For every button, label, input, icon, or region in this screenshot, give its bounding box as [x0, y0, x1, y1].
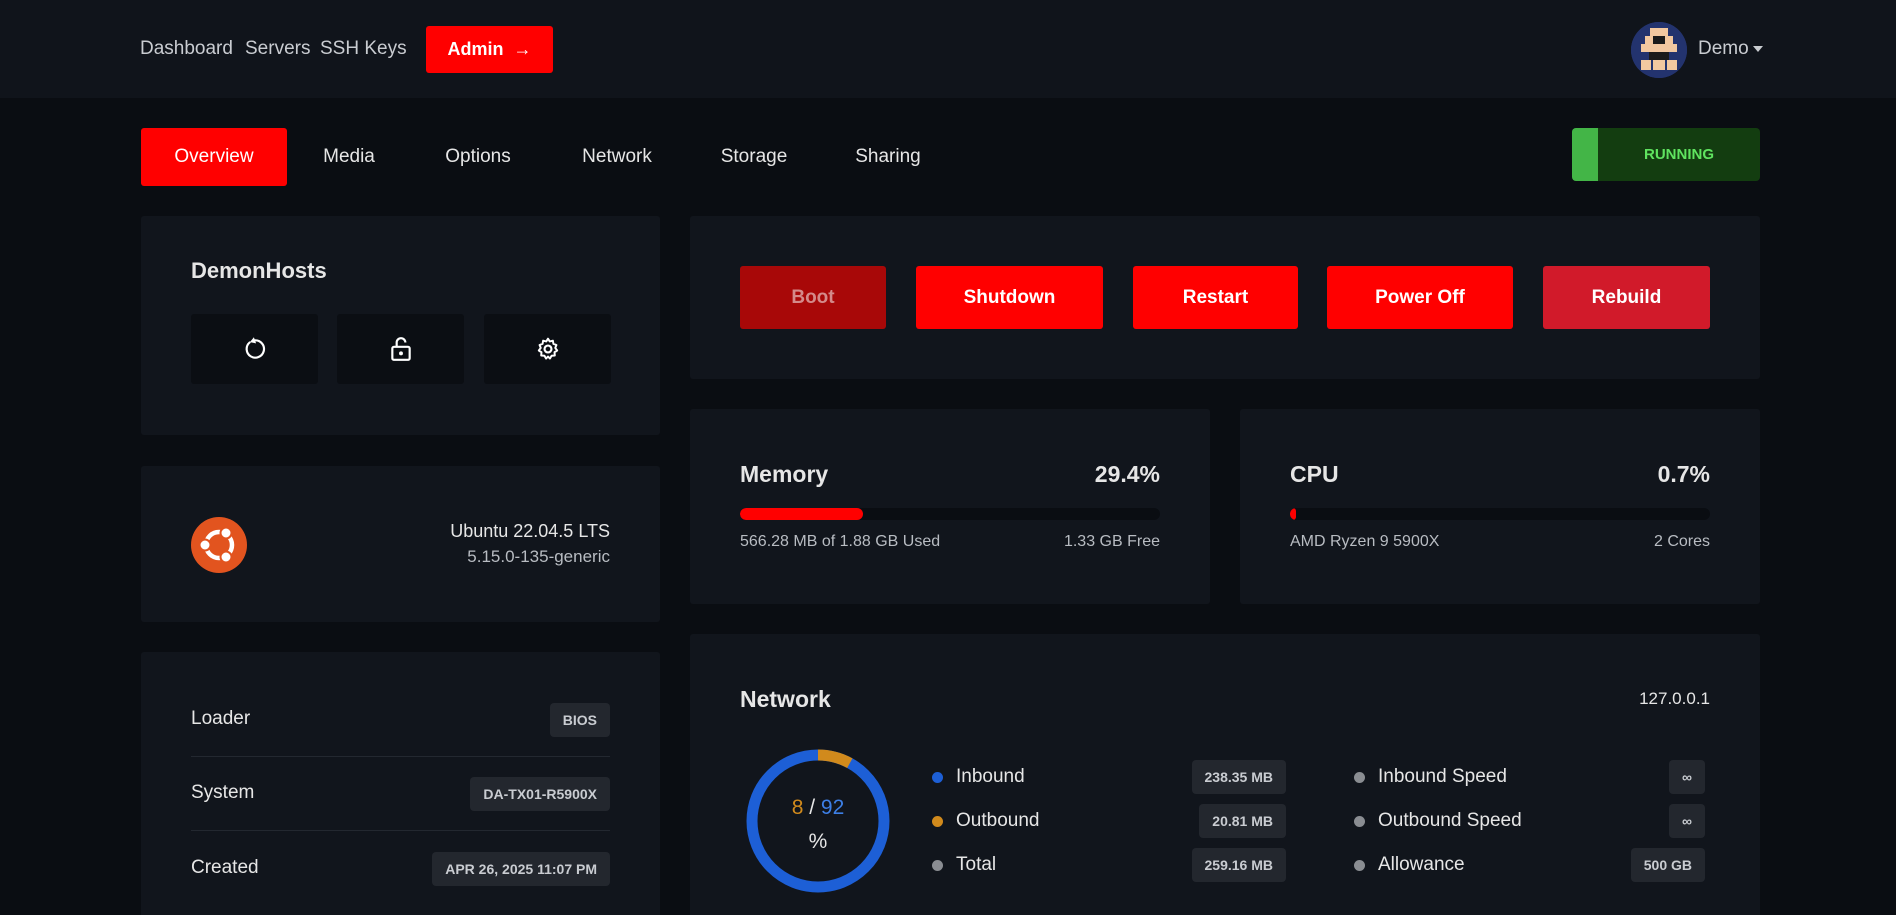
allowance-dot: [1354, 860, 1365, 871]
created-label: Created: [191, 857, 259, 878]
pixel-avatar-icon: [1631, 22, 1687, 78]
cpu-card: CPU 0.7% AMD Ryzen 9 5900X 2 Cores: [1240, 409, 1760, 604]
cpu-model: AMD Ryzen 9 5900X: [1290, 533, 1440, 550]
gear-icon: [537, 337, 558, 360]
unlock-button[interactable]: [337, 314, 464, 384]
restart-button[interactable]: Restart: [1133, 266, 1298, 329]
allowance-value: 500 GB: [1630, 848, 1705, 882]
nav-dashboard-link[interactable]: Dashboard: [140, 38, 233, 60]
server-card: DemonHosts: [141, 216, 660, 435]
donut-inbound-value: 92: [820, 796, 845, 819]
inbound-speed-dot: [1354, 772, 1365, 783]
total-dot: [932, 860, 943, 871]
refresh-icon: [245, 337, 265, 359]
tab-storage[interactable]: Storage: [716, 128, 792, 186]
memory-title: Memory: [740, 461, 829, 487]
donut-unit: %: [808, 830, 828, 853]
memory-progress-bar: [740, 508, 1160, 520]
outbound-speed-value: ∞: [1669, 804, 1705, 838]
total-value: 259.16 MB: [1191, 848, 1286, 882]
memory-percent: 29.4%: [1094, 461, 1160, 487]
ubuntu-icon: [198, 526, 235, 564]
memory-card: Memory 29.4% 566.28 MB of 1.88 GB Used 1…: [690, 409, 1210, 604]
os-kernel: 5.15.0-135-generic: [467, 547, 610, 566]
tab-sharing[interactable]: Sharing: [852, 128, 924, 186]
cpu-title: CPU: [1290, 461, 1339, 487]
inbound-speed-value: ∞: [1669, 760, 1705, 794]
top-navbar: Dashboard Servers SSH Keys Admin → Demo: [0, 0, 1896, 98]
nav-ssh-keys-link[interactable]: SSH Keys: [320, 38, 407, 60]
outbound-value: 20.81 MB: [1199, 804, 1286, 838]
cpu-progress-bar: [1290, 508, 1710, 520]
cpu-percent: 0.7%: [1657, 461, 1710, 487]
user-menu[interactable]: Demo: [1698, 38, 1763, 60]
outbound-speed-dot: [1354, 816, 1365, 827]
allowance-label: Allowance: [1378, 854, 1465, 875]
donut-inbound-arc: [746, 749, 890, 893]
boot-button[interactable]: Boot: [740, 266, 886, 329]
rebuild-button[interactable]: Rebuild: [1543, 266, 1710, 329]
loader-label: Loader: [191, 708, 251, 729]
network-ip: 127.0.0.1: [1639, 689, 1710, 708]
tab-network[interactable]: Network: [575, 128, 659, 186]
divider: [191, 830, 610, 831]
admin-button[interactable]: Admin →: [426, 26, 553, 73]
outbound-speed-label: Outbound Speed: [1378, 810, 1522, 831]
power-off-button[interactable]: Power Off: [1327, 266, 1513, 329]
tab-media[interactable]: Media: [310, 128, 388, 186]
status-badge: RUNNING: [1572, 128, 1760, 181]
details-card: Loader BIOS System DA-TX01-R5900X Create…: [141, 652, 660, 915]
inbound-value: 238.35 MB: [1191, 760, 1286, 794]
donut-outbound-value: 8: [791, 796, 804, 819]
outbound-label: Outbound: [956, 810, 1040, 831]
status-text: RUNNING: [1644, 146, 1714, 163]
donut-slash: /: [809, 796, 816, 819]
system-badge: DA-TX01-R5900X: [470, 777, 610, 811]
divider: [191, 756, 610, 757]
tab-overview[interactable]: Overview: [141, 128, 287, 186]
os-name: Ubuntu 22.04.5 LTS: [450, 521, 610, 541]
power-actions-card: Boot Shutdown Restart Power Off Rebuild: [690, 216, 1760, 379]
nav-servers-link[interactable]: Servers: [245, 38, 310, 60]
outbound-dot: [932, 816, 943, 827]
inbound-label: Inbound: [956, 766, 1025, 787]
total-label: Total: [956, 854, 997, 875]
memory-used: 566.28 MB of 1.88 GB Used: [740, 533, 941, 550]
network-title: Network: [740, 686, 831, 712]
created-badge: APR 26, 2025 11:07 PM: [432, 852, 610, 886]
system-label: System: [191, 782, 255, 803]
memory-progress-fill: [740, 508, 864, 520]
cpu-progress-fill: [1290, 508, 1297, 520]
loader-badge: BIOS: [549, 703, 610, 737]
tab-options[interactable]: Options: [440, 128, 516, 186]
network-donut-chart: [746, 749, 890, 893]
os-card: Ubuntu 22.04.5 LTS 5.15.0-135-generic: [141, 466, 660, 622]
cpu-cores: 2 Cores: [1653, 533, 1710, 550]
unlock-icon: [390, 337, 411, 361]
user-name: Demo: [1698, 38, 1749, 59]
server-name: DemonHosts: [191, 258, 327, 283]
network-card: Network 127.0.0.1 8 / 92 % Inbound 238.3…: [690, 634, 1760, 915]
caret-down-icon: [1752, 45, 1763, 52]
memory-free: 1.33 GB Free: [1063, 533, 1160, 550]
settings-button[interactable]: [484, 314, 611, 384]
shutdown-button[interactable]: Shutdown: [916, 266, 1103, 329]
admin-button-label: Admin: [447, 39, 504, 59]
arrow-right-icon: →: [513, 39, 532, 59]
avatar[interactable]: [1631, 22, 1687, 78]
status-indicator-bar: [1572, 128, 1598, 181]
reinstall-button[interactable]: [191, 314, 318, 384]
inbound-dot: [932, 772, 943, 783]
inbound-speed-label: Inbound Speed: [1378, 766, 1507, 787]
donut-ratio: 8 / 92: [745, 796, 891, 820]
ubuntu-logo: [191, 517, 247, 573]
